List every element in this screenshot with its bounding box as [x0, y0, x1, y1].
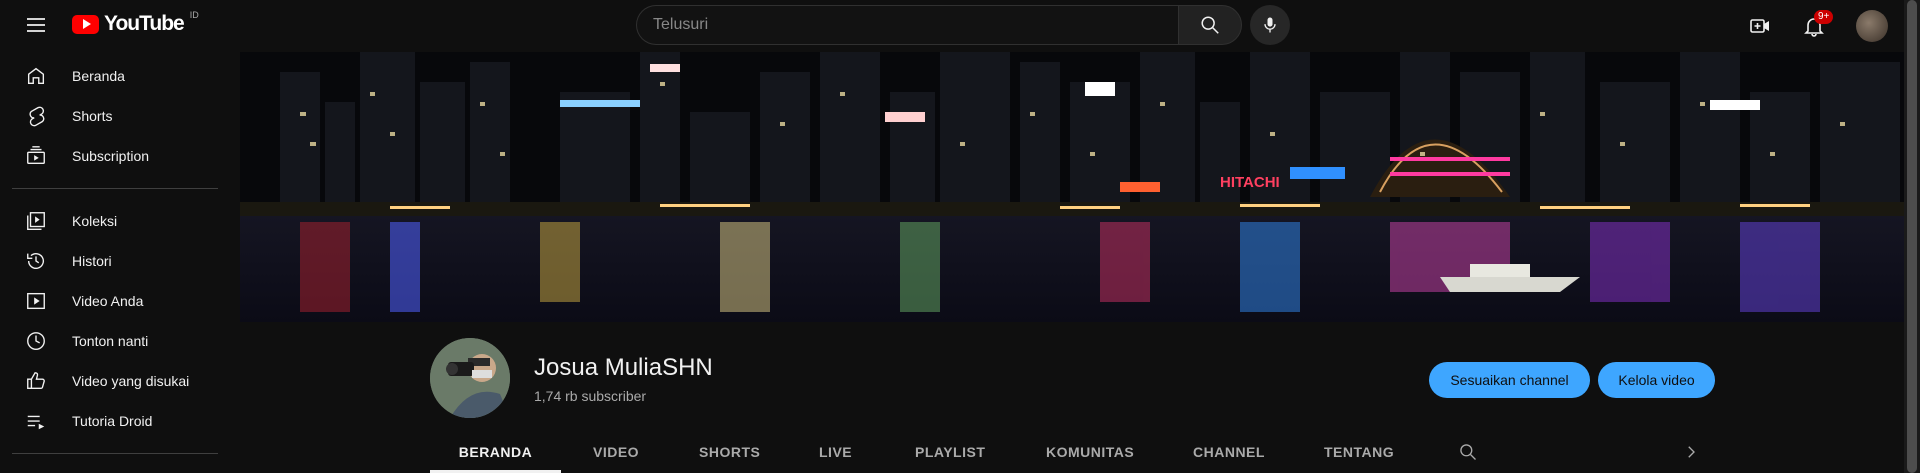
hitachi-sign: HITACHI	[1220, 174, 1280, 191]
customize-channel-button[interactable]: Sesuaikan channel	[1429, 362, 1590, 398]
logo-text: YouTube	[104, 12, 185, 35]
search-input[interactable]	[636, 5, 1178, 45]
sidebar-divider	[12, 188, 218, 189]
banner-cityscape-image: HITACHI	[240, 52, 1908, 322]
your-videos-icon	[24, 289, 48, 313]
sidebar-item-beranda[interactable]: Beranda	[12, 56, 218, 96]
channel-avatar[interactable]	[430, 338, 510, 418]
sidebar-item-video-anda[interactable]: Video Anda	[12, 281, 218, 321]
channel-search-button[interactable]	[1458, 430, 1478, 473]
manage-videos-button[interactable]: Kelola video	[1598, 362, 1715, 398]
scrollbar-thumb[interactable]	[1907, 0, 1917, 473]
tab-tentang[interactable]: TENTANG	[1324, 430, 1394, 473]
create-video-button[interactable]	[1740, 6, 1780, 46]
sidebar: Beranda Shorts Subscription Koleksi Hist…	[0, 56, 230, 466]
country-code: ID	[189, 10, 199, 20]
sidebar-item-label: Tutoria Droid	[72, 413, 153, 429]
liked-icon	[24, 369, 48, 393]
chevron-right-icon	[1688, 445, 1695, 458]
sidebar-item-label: Histori	[72, 253, 112, 269]
sidebar-item-tutoria-droid[interactable]: Tutoria Droid	[12, 401, 218, 441]
mic-button[interactable]	[1250, 5, 1290, 45]
sidebar-item-label: Shorts	[72, 108, 113, 124]
notifications-button[interactable]: 9+	[1794, 6, 1834, 46]
home-icon	[24, 64, 48, 88]
channel-tabs: BERANDA VIDEO SHORTS LIVE PLAYLIST KOMUN…	[430, 430, 1720, 473]
watch-later-icon	[24, 329, 48, 353]
sidebar-divider	[12, 453, 218, 454]
search-icon	[1201, 16, 1219, 34]
top-bar: YouTube ID 9+	[0, 0, 1904, 52]
search-button[interactable]	[1178, 5, 1242, 45]
sidebar-item-label: Subscription	[72, 148, 150, 164]
notification-badge: 9+	[1814, 10, 1834, 24]
sidebar-item-label: Video Anda	[72, 293, 144, 309]
library-icon	[24, 209, 48, 233]
tab-beranda[interactable]: BERANDA	[430, 430, 561, 473]
shorts-icon	[24, 104, 48, 128]
tabs-scroll-right-button[interactable]	[1682, 430, 1700, 473]
youtube-logo[interactable]: YouTube ID	[72, 10, 199, 36]
sidebar-item-tonton-nanti[interactable]: Tonton nanti	[12, 321, 218, 361]
tab-shorts[interactable]: SHORTS	[699, 430, 760, 473]
sidebar-item-shorts[interactable]: Shorts	[12, 96, 218, 136]
sidebar-item-histori[interactable]: Histori	[12, 241, 218, 281]
tab-video[interactable]: VIDEO	[593, 430, 639, 473]
tab-live[interactable]: LIVE	[819, 430, 852, 473]
playlist-icon	[24, 409, 48, 433]
account-avatar[interactable]	[1856, 10, 1888, 42]
create-video-icon	[1750, 19, 1769, 33]
channel-banner: HITACHI	[240, 52, 1908, 322]
sidebar-item-label: Tonton nanti	[72, 333, 149, 349]
subscriptions-icon	[24, 144, 48, 168]
tab-playlist[interactable]: PLAYLIST	[915, 430, 985, 473]
menu-icon[interactable]	[22, 11, 50, 39]
sidebar-item-subscription[interactable]: Subscription	[12, 136, 218, 176]
channel-header: Josua MuliaSHN 1,74 rb subscriber Sesuai…	[430, 338, 1720, 422]
sidebar-item-label: Beranda	[72, 68, 125, 84]
search-icon	[1460, 443, 1476, 460]
mic-icon	[1264, 17, 1276, 33]
sidebar-item-label: Video yang disukai	[72, 373, 190, 389]
channel-name: Josua MuliaSHN	[534, 354, 713, 381]
page-scrollbar[interactable]	[1904, 0, 1920, 473]
search-bar	[636, 5, 1290, 45]
tab-komunitas[interactable]: KOMUNITAS	[1046, 430, 1134, 473]
history-icon	[24, 249, 48, 273]
sidebar-item-koleksi[interactable]: Koleksi	[12, 201, 218, 241]
tab-channel[interactable]: CHANNEL	[1193, 430, 1265, 473]
top-right-actions: 9+	[1740, 6, 1888, 46]
sidebar-item-label: Koleksi	[72, 213, 118, 229]
youtube-play-icon	[72, 14, 99, 34]
sidebar-item-video-disukai[interactable]: Video yang disukai	[12, 361, 218, 401]
subscriber-count: 1,74 rb subscriber	[534, 388, 647, 404]
